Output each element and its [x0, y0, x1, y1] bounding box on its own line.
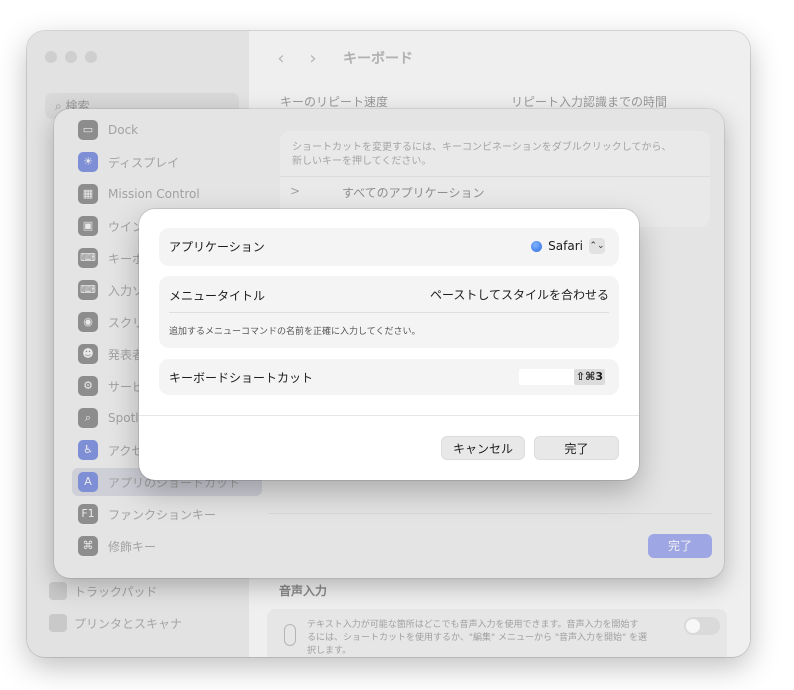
shortcut-keys: ⇧⌘3 [573, 369, 605, 385]
safari-icon [531, 240, 543, 252]
window-controls [45, 51, 97, 63]
repeat-delay-label: リピート入力認識までの時間 [511, 95, 668, 109]
chevron-up-down-icon[interactable]: ⌃⌄ [589, 238, 605, 254]
zoom-window-button[interactable] [85, 51, 97, 63]
shortcut-recorder-field[interactable]: ⇧⌘3 [519, 369, 605, 385]
voice-input-description: テキスト入力が可能な箇所はどこでも音声入力を使用できます。音声入力を開始するには… [307, 620, 647, 656]
minimize-window-button[interactable] [65, 51, 77, 63]
display-icon: ☀ [78, 152, 98, 172]
sidebar-item-label: トラックパッド [74, 584, 158, 599]
keyboard-shortcut-label: キーボードショートカット [169, 371, 314, 385]
divider [268, 513, 712, 514]
screenshot-icon: ◉ [78, 312, 98, 332]
all-applications-label: すべてのアプリケーション [342, 186, 485, 200]
window-icon: ▣ [78, 216, 98, 236]
sidebar-item-label: Mission Control [108, 187, 200, 201]
done-button[interactable]: 完了 [534, 436, 619, 460]
input-source-icon: ⌨ [78, 280, 98, 300]
key-repeat-speed-label: キーのリピート速度 [280, 95, 389, 109]
sidebar-item-label: ディスプレイ [108, 155, 180, 170]
menu-title-label: メニュータイトル [169, 289, 266, 303]
voice-input-title: 音声入力 [279, 584, 328, 598]
cancel-button[interactable]: キャンセル [441, 436, 525, 460]
printer-icon [49, 614, 67, 632]
shortcut-row: キーボードショートカット ⇧⌘3 [159, 359, 619, 395]
accessibility-icon: ♿ [78, 440, 98, 460]
sidebar-item-label: 修飾キー [108, 539, 157, 554]
add-app-shortcut-dialog: アプリケーション Safari ⌃⌄ メニュータイトル ペーストしてスタイルを合… [139, 209, 639, 480]
presenter-overlay-icon: ☻ [78, 344, 98, 364]
chevron-left-icon: ‹ [277, 48, 285, 69]
sidebar-item[interactable]: ▭ Dock [76, 116, 262, 144]
sidebar-item-label: ファンクションキー [108, 507, 217, 522]
chevron-right-icon: › [309, 48, 317, 69]
menu-title-input[interactable]: ペーストしてスタイルを合わせる [430, 286, 609, 303]
function-keys-icon: F1 [78, 504, 98, 524]
sidebar-item-label: プリンタとスキャナ [74, 616, 183, 631]
application-value: Safari [548, 239, 583, 253]
application-select[interactable]: Safari ⌃⌄ [531, 238, 605, 254]
dock-icon: ▭ [78, 120, 98, 140]
sidebar-item-trackpad[interactable]: トラックパッド [49, 582, 157, 600]
menu-title-help: 追加するメニューコマンドの名前を正確に入力してください。 [169, 327, 421, 337]
application-row: アプリケーション Safari ⌃⌄ [159, 228, 619, 266]
shortcut-instructions: ショートカットを変更するには、キーコンビネーションをダブルクリックしてから、新し… [292, 142, 672, 167]
sidebar-item[interactable]: ☀ ディスプレイ [76, 148, 262, 176]
app-shortcuts-icon: A [78, 472, 98, 492]
sidebar-item[interactable]: F1 ファンクションキー [76, 500, 262, 528]
forward-button[interactable]: › [301, 47, 325, 71]
services-icon: ⚙ [78, 376, 98, 396]
voice-input-toggle[interactable] [684, 617, 720, 635]
sheet-done-button[interactable]: 完了 [648, 534, 712, 558]
keyboard-icon: ⌨ [78, 248, 98, 268]
modifier-keys-icon: ⌘ [78, 536, 98, 556]
divider [169, 312, 609, 313]
divider [139, 415, 639, 416]
trackpad-icon [49, 582, 67, 600]
menu-title-group: メニュータイトル ペーストしてスタイルを合わせる 追加するメニューコマンドの名前… [159, 276, 619, 348]
sidebar-item[interactable]: ▦ Mission Control [76, 180, 262, 208]
window-title: キーボード [343, 51, 413, 67]
sidebar-item-label: Dock [108, 123, 139, 137]
sidebar-item-printers[interactable]: プリンタとスキャナ [49, 614, 182, 632]
application-label: アプリケーション [169, 240, 265, 254]
sidebar-item[interactable]: ⌘ 修飾キー [76, 532, 262, 560]
spotlight-icon: ⌕ [78, 408, 98, 428]
microphone-icon [284, 624, 296, 646]
chevron-right-icon[interactable]: > [290, 184, 300, 198]
mission-control-icon: ▦ [78, 184, 98, 204]
close-window-button[interactable] [45, 51, 57, 63]
back-button[interactable]: ‹ [269, 47, 293, 71]
